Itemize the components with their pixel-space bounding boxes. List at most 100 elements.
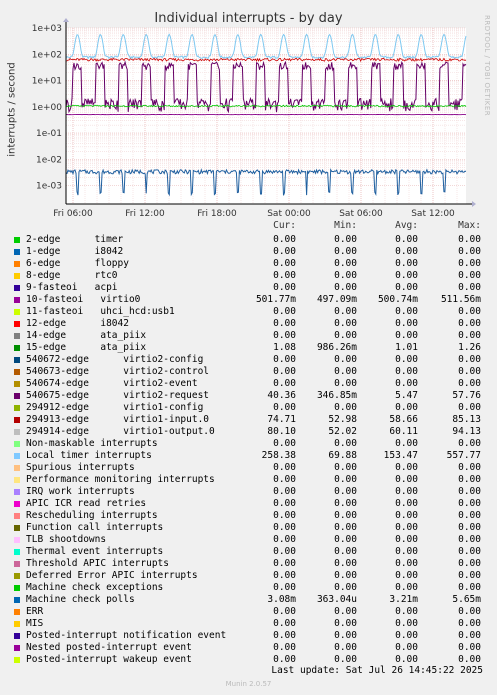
x-tick-label: Fri 12:00 — [125, 209, 165, 219]
legend-cur: 0.00 — [273, 306, 296, 317]
legend-cur: 501.77m — [255, 294, 296, 305]
legend-max: 0.00 — [458, 474, 481, 485]
header-max: Max: — [458, 220, 481, 231]
legend-max: 0.00 — [458, 330, 481, 341]
legend-avg: 0.00 — [395, 354, 418, 365]
legend-max: 5.65m — [452, 594, 481, 605]
legend-label: Posted-interrupt wakeup event — [26, 654, 192, 665]
last-update: Last update: Sat Jul 26 14:45:22 2025 — [271, 665, 483, 676]
legend-cur: 0.00 — [273, 498, 296, 509]
legend-max: 0.00 — [458, 402, 481, 413]
legend-min: 986.26m — [316, 342, 357, 353]
legend-row: 14-edge ata_piix 0.00 0.00 0.00 0.00 — [0, 330, 497, 342]
legend-swatch — [14, 645, 20, 651]
legend-max: 0.00 — [458, 366, 481, 377]
legend-label: Posted-interrupt notification event — [26, 630, 227, 641]
legend-row: Posted-interrupt notification event 0.00 0… — [0, 630, 497, 642]
legend-row: 540673-edge virtio2-control 0.00 0.00 0.00 0… — [0, 366, 497, 378]
legend-avg: 0.00 — [395, 246, 418, 257]
legend-swatch — [14, 381, 20, 387]
y-tick-label: 1e+03 — [32, 24, 62, 34]
legend-min: 497.09m — [316, 294, 357, 305]
legend-cur: 0.00 — [273, 630, 296, 641]
legend-max: 0.00 — [458, 546, 481, 557]
legend-min: 0.00 — [334, 522, 357, 533]
legend-avg: 0.00 — [395, 402, 418, 413]
legend-min: 0.00 — [334, 330, 357, 341]
legend-avg: 0.00 — [395, 318, 418, 329]
legend-cur: 0.00 — [273, 258, 296, 269]
legend-cur: 0.00 — [273, 402, 296, 413]
legend-cur: 0.00 — [273, 378, 296, 389]
legend-avg: 0.00 — [395, 474, 418, 485]
legend-swatch — [14, 513, 20, 519]
legend-row: ERR 0.00 0.00 0.00 0.00 — [0, 606, 497, 618]
legend-max: 0.00 — [458, 642, 481, 653]
legend-avg: 500.74m — [377, 294, 418, 305]
header-cur: Cur: — [273, 220, 296, 231]
legend-cur: 0.00 — [273, 642, 296, 653]
legend-label: Nested posted-interrupt event — [26, 642, 192, 653]
legend-avg: 1.01 — [395, 342, 418, 353]
legend-cur: 258.38 — [261, 450, 296, 461]
legend-swatch — [14, 657, 20, 663]
legend-max: 0.00 — [458, 270, 481, 281]
legend-cur: 40.36 — [267, 390, 296, 401]
legend-min: 0.00 — [334, 438, 357, 449]
legend-row: MIS 0.00 0.00 0.00 0.00 — [0, 618, 497, 630]
legend-row: 294912-edge virtio1-config 0.00 0.00 0.00 0.… — [0, 402, 497, 414]
legend-row: 1-edge i8042 0.00 0.00 0.00 0.00 — [0, 246, 497, 258]
legend-min: 0.00 — [334, 402, 357, 413]
legend-avg: 0.00 — [395, 330, 418, 341]
legend-min: 0.00 — [334, 234, 357, 245]
legend-avg: 0.00 — [395, 606, 418, 617]
legend-label: MIS — [26, 618, 44, 629]
legend-avg: 0.00 — [395, 270, 418, 281]
legend-avg: 5.47 — [395, 390, 418, 401]
legend-label: 12-edge i8042 — [26, 318, 129, 329]
legend-cur: 0.00 — [273, 234, 296, 245]
legend-max: 57.76 — [452, 390, 481, 401]
legend-min: 52.02 — [328, 426, 357, 437]
legend-min: 0.00 — [334, 630, 357, 641]
legend-swatch — [14, 537, 20, 543]
legend-label: Machine check exceptions — [26, 582, 164, 593]
x-tick-label: Fri 06:00 — [53, 209, 93, 219]
legend-cur: 0.00 — [273, 282, 296, 293]
legend-label: Performance monitoring interrupts — [26, 474, 215, 485]
legend-min: 0.00 — [334, 306, 357, 317]
interrupts-chart: 1e+03 1e+02 1e+01 1e+00 1e-01 1e-02 1e-03 Fri 0… — [32, 18, 476, 219]
legend-min: 0.00 — [334, 318, 357, 329]
legend-avg: 0.00 — [395, 630, 418, 641]
legend-min: 0.00 — [334, 534, 357, 545]
legend-min: 0.00 — [334, 282, 357, 293]
legend-max: 0.00 — [458, 498, 481, 509]
legend-max: 0.00 — [458, 630, 481, 641]
legend-avg: 0.00 — [395, 642, 418, 653]
legend-max: 0.00 — [458, 486, 481, 497]
legend-swatch — [14, 417, 20, 423]
legend-max: 0.00 — [458, 378, 481, 389]
legend-swatch — [14, 429, 20, 435]
legend-cur: 0.00 — [273, 558, 296, 569]
legend-cur: 0.00 — [273, 606, 296, 617]
legend-row: Machine check polls 3.08m 363.04u 3.21m 5.65… — [0, 594, 497, 606]
legend-swatch — [14, 489, 20, 495]
legend-avg: 0.00 — [395, 378, 418, 389]
legend-label: 14-edge ata_piix — [26, 330, 147, 341]
legend-avg: 0.00 — [395, 534, 418, 545]
legend-swatch — [14, 441, 20, 447]
x-tick-label: Sat 00:00 — [267, 209, 311, 219]
legend-swatch — [14, 237, 20, 243]
x-tick-label: Fri 18:00 — [197, 209, 237, 219]
legend-min: 0.00 — [334, 618, 357, 629]
legend-label: 2-edge timer — [26, 234, 124, 245]
legend-avg: 0.00 — [395, 306, 418, 317]
legend-cur: 0.00 — [273, 510, 296, 521]
legend-min: 346.85m — [316, 390, 357, 401]
legend-swatch — [14, 477, 20, 483]
x-axis-arrow — [472, 201, 476, 207]
legend-max: 0.00 — [458, 258, 481, 269]
legend-avg: 0.00 — [395, 486, 418, 497]
legend-cur: 0.00 — [273, 474, 296, 485]
